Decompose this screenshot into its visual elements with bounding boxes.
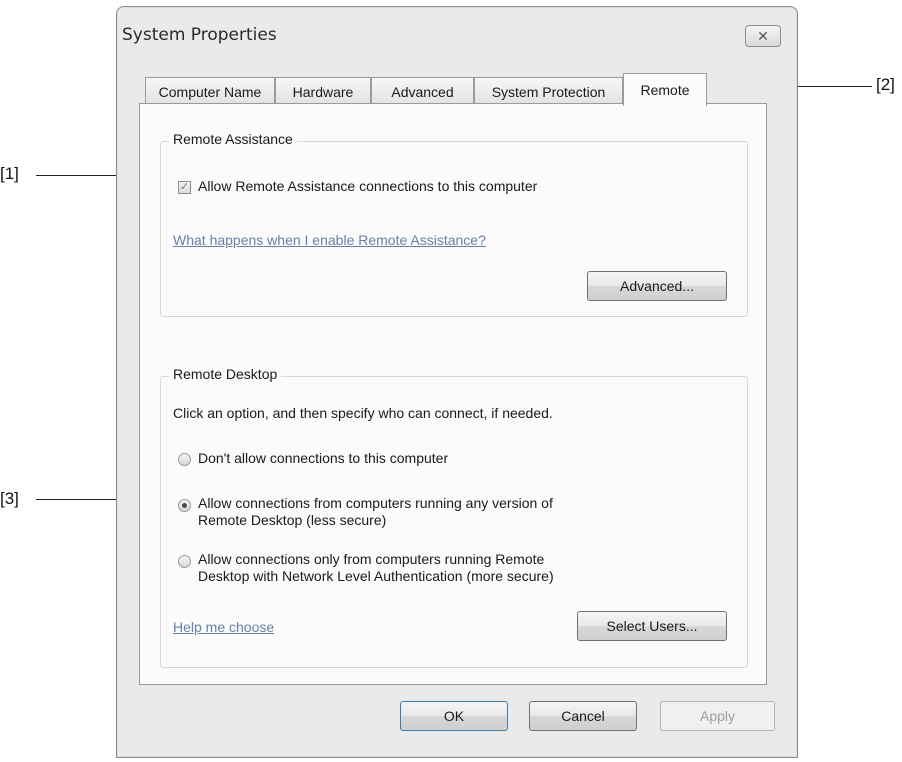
radio-allow-nla-label-1[interactable]: Allow connections only from computers ru… [198,551,544,568]
callout-2: [2] [876,75,895,94]
advanced-button[interactable]: Advanced... [587,271,727,301]
radio-dont-allow-label[interactable]: Don't allow connections to this computer [198,450,448,467]
tab-remote[interactable]: Remote [623,73,707,106]
remote-desktop-title: Remote Desktop [169,366,282,382]
allow-remote-assistance-label[interactable]: Allow Remote Assistance connections to t… [198,178,537,195]
tab-system-protection[interactable]: System Protection [474,77,623,105]
radio-allow-nla-only[interactable] [178,555,191,568]
radio-allow-any-version-label-1[interactable]: Allow connections from computers running… [198,495,553,512]
radio-allow-nla-label-2[interactable]: Desktop with Network Level Authenticatio… [198,568,554,585]
ok-button[interactable]: OK [400,701,508,731]
window-title: System Properties [122,25,277,45]
select-users-button[interactable]: Select Users... [577,611,727,641]
checkmark-icon: ✓ [179,181,190,193]
allow-remote-assistance-checkbox[interactable]: ✓ [178,181,191,194]
radio-allow-any-version[interactable] [178,499,191,512]
remote-tab-panel: Remote Assistance ✓ Allow Remote Assista… [139,103,767,685]
apply-button[interactable]: Apply [660,701,775,731]
radio-allow-any-version-label-2[interactable]: Remote Desktop (less secure) [198,512,386,529]
radio-dont-allow[interactable] [178,453,191,466]
help-me-choose-link[interactable]: Help me choose [173,619,274,636]
close-button[interactable]: ✕ [745,25,781,47]
remote-assistance-group: Remote Assistance ✓ Allow Remote Assista… [160,131,748,317]
remote-desktop-group: Remote Desktop Click an option, and then… [160,366,748,668]
tab-computer-name[interactable]: Computer Name [145,77,275,105]
callout-3: [3] [0,489,19,508]
remote-assistance-help-link[interactable]: What happens when I enable Remote Assist… [173,232,486,249]
remote-assistance-title: Remote Assistance [169,131,297,147]
tab-advanced[interactable]: Advanced [371,77,474,105]
cancel-button[interactable]: Cancel [529,701,637,731]
system-properties-window: System Properties ✕ Computer Name Hardwa… [116,6,798,758]
close-icon: ✕ [757,27,769,44]
remote-desktop-instruction: Click an option, and then specify who ca… [173,405,553,421]
tab-hardware[interactable]: Hardware [275,77,371,105]
callout-1: [1] [0,164,19,183]
